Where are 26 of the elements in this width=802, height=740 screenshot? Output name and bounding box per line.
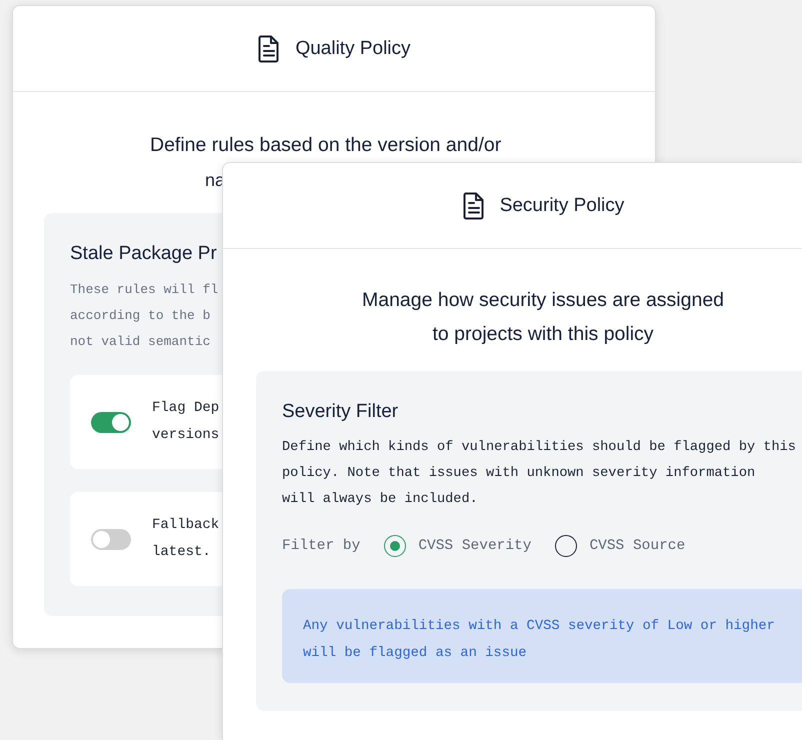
- notice-text: Any vulnerabilities with a CVSS severity of Low or higher will be flagged as an issue: [303, 618, 776, 663]
- subtitle-text: Define rules based on the version and/or: [150, 133, 502, 158]
- radio-button[interactable]: [555, 535, 578, 557]
- radio-button[interactable]: [384, 535, 406, 557]
- option-label: Fallback: [152, 516, 220, 535]
- section-title: Stale Package Pr: [70, 243, 218, 265]
- subtitle-text: Manage how security issues are assigned to projects with this policy: [360, 288, 726, 347]
- section-title: Severity Filter: [282, 401, 400, 423]
- radio-label[interactable]: CVSS Source: [589, 538, 686, 554]
- description-text: These rules will fl: [70, 281, 218, 299]
- filter-label: Filter by: [282, 538, 360, 554]
- document-icon: [257, 34, 282, 62]
- description-text: Define which kinds of vulnerabilities should be flagged by this: [282, 439, 796, 457]
- toggle-switch[interactable]: [91, 412, 131, 432]
- description-text: not valid semantic: [70, 333, 210, 351]
- description-text: policy. Note that issues with unknown severity information: [282, 465, 756, 483]
- toggle-switch[interactable]: [91, 528, 131, 550]
- radio-label[interactable]: CVSS Severity: [418, 538, 532, 554]
- description-text: will always be included.: [282, 491, 478, 509]
- card-title: Quality Policy: [295, 38, 411, 60]
- option-label: latest.: [152, 543, 211, 562]
- description-text: according to the b: [70, 307, 210, 325]
- option-label: versions: [152, 426, 220, 445]
- option-label: Flag Dep: [152, 399, 220, 418]
- document-icon: [462, 192, 486, 220]
- card-title: Security Policy: [500, 194, 624, 216]
